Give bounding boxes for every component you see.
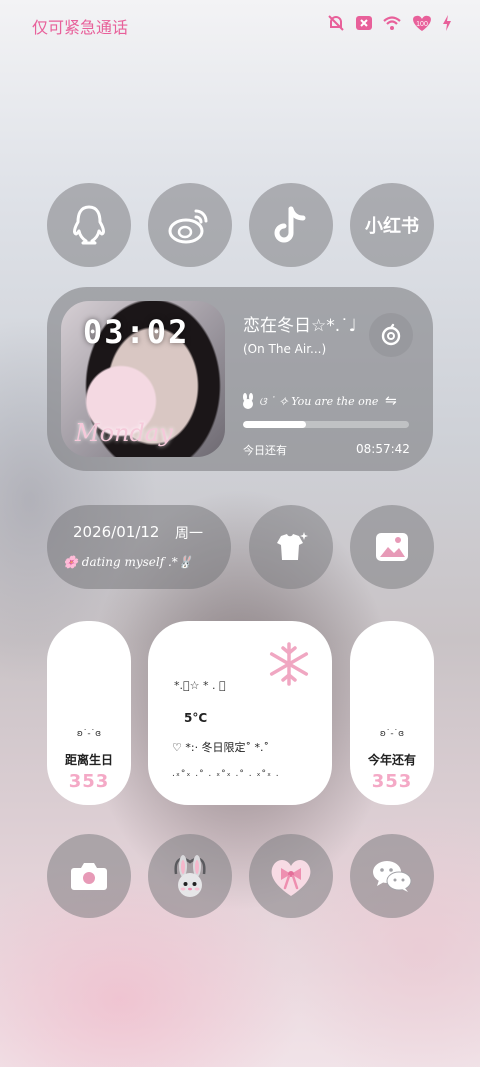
progress-fill [243,421,307,428]
xiaohongshu-app[interactable]: 小红书 [350,183,434,267]
carrier-text: 仅可紧急通话 [32,18,129,37]
play-disc-button[interactable] [369,313,413,357]
tiktok-note-icon [274,206,306,243]
deco-text: ʚ˙-˙ɞ [76,729,102,739]
weather-caption: ♡ *:· 冬日限定˚ *.˚ [172,741,270,754]
theme-app[interactable] [249,505,333,589]
snowflake-icon [266,641,312,691]
douyin-app[interactable] [249,183,333,267]
progress-bar[interactable] [243,421,409,428]
birthday-days: 353 [68,771,110,792]
no-sim-icon [354,14,374,32]
status-icons: 100 [326,14,452,32]
wechat-icon [373,861,412,892]
lyric-text: ଓ ˙ ✧ You are the one [259,395,379,408]
weibo-icon [168,209,208,244]
repeat-icon[interactable]: ⇋ [385,393,397,409]
status-bar: 仅可紧急通话 100 [0,0,480,48]
netease-music-icon [381,323,401,346]
weekday-text: 周一 [175,526,203,542]
date-text: 2026/01/12 [73,523,160,541]
album-cover[interactable]: 03:02 Monday [61,301,225,457]
wechat-app[interactable] [350,834,434,918]
weather-widget[interactable]: *.ﾟ☆ * . ﾟ 5°C ♡ *:· 冬日限定˚ *.˚ .ₓ°ₓ .° .… [148,621,332,805]
cover-script: Monday [75,419,173,447]
cover-clock: 03:02 [83,313,190,351]
camera-app[interactable] [47,834,131,918]
birthday-label: 距离生日 [64,753,113,767]
song-title: 恋在冬日☆*.˙♩ [243,316,357,336]
year-days: 353 [371,771,413,792]
qq-penguin-icon [73,205,105,245]
song-subtitle: (On The Air...) [243,342,327,356]
year-countdown-widget[interactable]: ʚ˙-˙ɞ 今年还有 353 [350,621,434,805]
weibo-app[interactable] [148,183,232,267]
music-widget[interactable]: 03:02 Monday 恋在冬日☆*.˙♩ (On The Air...) ଓ… [47,287,433,471]
bunny-icon [174,855,206,897]
birthday-countdown-widget[interactable]: ʚ˙-˙ɞ 距离生日 353 [47,621,131,805]
battery-level: 100 [416,21,428,28]
heart-bow-icon [271,860,311,896]
deco-top: *.ﾟ☆ * . ﾟ [174,679,226,692]
date-widget[interactable]: 2026/01/12 周一 🌸 dating myself .*🐰 [47,505,231,589]
deco-bottom: .ₓ°ₓ .° . ₓ°ₓ .° . ₓ°ₓ . [172,769,280,779]
bunny-small-icon [241,393,255,413]
picture-icon [376,533,408,561]
wifi-icon [382,14,402,32]
remaining-value: 08:57:42 [356,442,410,456]
remaining-label: 今日还有 [243,444,287,457]
charging-icon [442,14,452,32]
date-tagline: 🌸 dating myself .*🐰 [63,555,193,569]
bell-muted-icon [326,14,346,32]
deco-text: ʚ˙-˙ɞ [379,729,405,739]
camera-icon [71,863,107,890]
year-label: 今年还有 [367,753,416,767]
tshirt-sparkle-icon [277,532,308,560]
temperature: 5°C [184,711,208,725]
bunny-app[interactable] [148,834,232,918]
xiaohongshu-label: 小红书 [365,216,419,237]
battery-icon: 100 [410,14,434,32]
gallery-app[interactable] [350,505,434,589]
heart-app[interactable] [249,834,333,918]
qq-app[interactable] [47,183,131,267]
